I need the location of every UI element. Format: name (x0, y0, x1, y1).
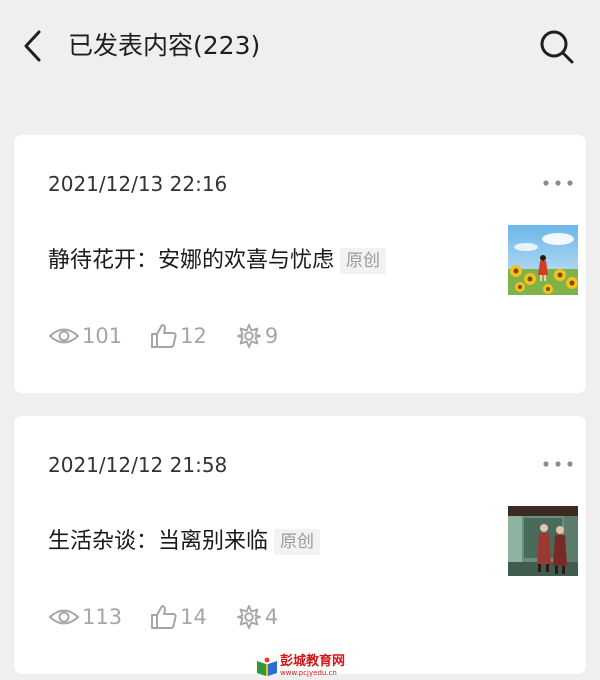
views-stat[interactable]: 101 (48, 321, 122, 351)
page-title: 已发表内容(223) (68, 31, 261, 60)
eye-icon (48, 609, 80, 625)
more-button[interactable] (540, 454, 576, 474)
watermark-text: 彭城教育网 (280, 654, 346, 669)
star-badge-icon (236, 323, 261, 349)
women-in-hallway-image (508, 506, 578, 576)
girl-in-sunflower-field-image (508, 225, 578, 295)
search-icon (540, 30, 574, 64)
post-card[interactable]: 2021/12/13 22:16 静待花开：安娜的欢喜与忧虑 原创 101 12… (14, 135, 586, 393)
book-logo-icon (257, 657, 277, 676)
shares-stat[interactable]: 9 (235, 321, 278, 351)
likes-count: 12 (180, 324, 207, 348)
post-stats: 113 14 4 (48, 600, 306, 634)
views-count: 113 (82, 605, 123, 629)
back-button[interactable] (14, 26, 54, 66)
shares-count: 9 (264, 324, 279, 348)
search-button[interactable] (536, 26, 578, 68)
post-card[interactable]: 2021/12/12 21:58 生活杂谈：当离别来临 原创 113 14 4 (14, 416, 586, 674)
watermark-url: www.pcjyedu.cn (280, 669, 337, 677)
likes-count: 14 (180, 605, 207, 629)
post-thumbnail[interactable] (508, 225, 578, 295)
original-badge: 原创 (274, 529, 321, 555)
shares-count: 4 (264, 605, 279, 629)
more-dots-icon (543, 461, 573, 467)
post-date: 2021/12/12 21:58 (48, 453, 228, 477)
more-button[interactable] (540, 173, 576, 193)
chevron-left-icon (24, 30, 41, 62)
shares-stat[interactable]: 4 (235, 602, 278, 632)
post-title[interactable]: 生活杂谈：当离别来临 (48, 524, 268, 560)
more-dots-icon (543, 180, 573, 186)
star-badge-icon (236, 604, 261, 630)
post-stats: 101 12 9 (48, 319, 306, 353)
site-watermark: 彭城教育网 www.pcjyedu.cn (256, 655, 356, 679)
post-title-row: 静待花开：安娜的欢喜与忧虑 原创 (48, 243, 387, 279)
views-count: 101 (82, 324, 123, 348)
thumbs-up-icon (151, 324, 177, 348)
post-title-row: 生活杂谈：当离别来临 原创 (48, 524, 321, 560)
post-thumbnail[interactable] (508, 506, 578, 576)
likes-stat[interactable]: 14 (150, 602, 207, 632)
views-stat[interactable]: 113 (48, 602, 122, 632)
original-badge: 原创 (340, 248, 387, 274)
eye-icon (48, 328, 80, 344)
post-date: 2021/12/13 22:16 (48, 172, 228, 196)
post-title[interactable]: 静待花开：安娜的欢喜与忧虑 (48, 243, 334, 279)
likes-stat[interactable]: 12 (150, 321, 207, 351)
top-bar: 已发表内容(223) (0, 0, 600, 92)
thumbs-up-icon (151, 605, 177, 629)
